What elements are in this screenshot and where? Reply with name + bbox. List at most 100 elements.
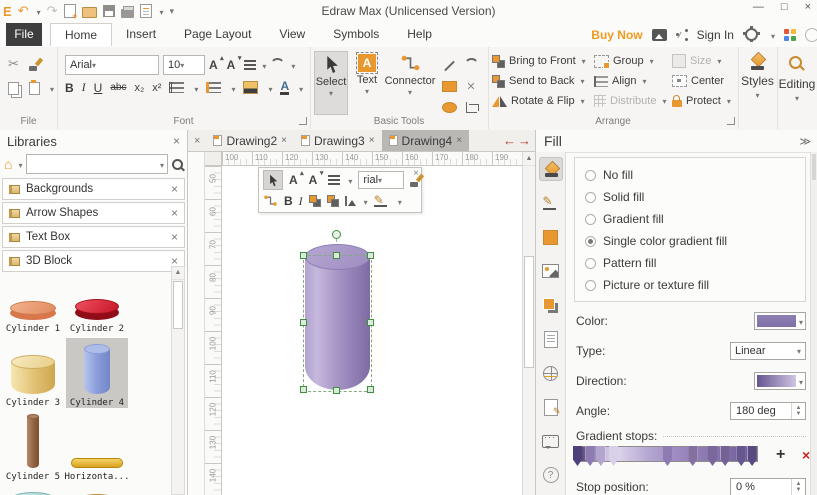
editing-button[interactable]: Editing ▾ [777, 53, 817, 103]
page-setup-tab[interactable] [539, 327, 563, 351]
gradient-stops-bar[interactable] [576, 446, 758, 462]
tab-close-icon[interactable]: × [369, 135, 375, 146]
canvas-scroll-up-icon[interactable]: ▲ [523, 152, 535, 166]
gradient-stop-handle[interactable] [609, 446, 618, 466]
select-tool-button[interactable]: Select ▾ [314, 51, 348, 115]
sign-in-button[interactable]: Sign In [697, 28, 734, 42]
gradient-stop-handle[interactable] [748, 446, 757, 466]
font-dialog-launcher-icon[interactable] [299, 117, 307, 125]
menu-help[interactable]: Help [393, 23, 446, 46]
shape-cylinder-3[interactable]: Cylinder 3 [2, 338, 64, 408]
gradient-stop-handle[interactable] [721, 446, 730, 466]
bold-button[interactable]: B [65, 81, 74, 95]
canvas-scroll-thumb[interactable] [524, 256, 534, 368]
customize-toolbar-icon[interactable]: ▾ [170, 6, 175, 17]
bullet-list-icon[interactable] [206, 82, 221, 93]
line-spacing-dropdown-icon[interactable] [192, 81, 198, 95]
arrange-dialog-launcher-icon[interactable] [727, 117, 735, 125]
text-highlight-dropdown-icon[interactable] [266, 81, 272, 95]
rectangle-tool-icon[interactable] [442, 81, 457, 92]
shape-cylinder-2[interactable]: Cylinder 2 [66, 272, 128, 334]
gallery-scroll-thumb[interactable] [173, 281, 183, 329]
mini-spacing-dropdown-icon[interactable] [362, 194, 368, 208]
radio-single-color-gradient-fill[interactable]: Single color gradient fill [585, 230, 805, 252]
hyperlink-tab[interactable] [539, 361, 563, 385]
text-arc-dropdown-icon[interactable] [289, 58, 295, 72]
decrease-font-button[interactable]: A [227, 58, 241, 72]
mini-align-dropdown-icon[interactable] [346, 173, 352, 187]
underline-button[interactable]: U [94, 81, 103, 95]
resize-handle-bottom-center[interactable] [333, 387, 340, 394]
fill-tab[interactable] [539, 157, 563, 181]
gradient-stop-handle[interactable] [663, 446, 672, 466]
superscript-button[interactable]: x² [152, 82, 161, 94]
minimize-button[interactable]: — [753, 1, 764, 13]
shape-partial-1[interactable] [2, 488, 64, 495]
rotate-flip-button[interactable]: Rotate & Flip [492, 95, 594, 107]
panel-scrollbar[interactable] [810, 152, 817, 495]
redo-icon[interactable]: ↷ [47, 4, 58, 18]
format-painter-icon[interactable] [29, 58, 42, 71]
export-icon[interactable] [140, 4, 152, 18]
mini-spacing-icon[interactable] [345, 196, 356, 206]
library-item-backgrounds[interactable]: Backgrounds × [2, 178, 185, 200]
erase-tool-icon[interactable]: ✕ [460, 76, 482, 97]
font-size-combo[interactable]: 10 [163, 55, 205, 75]
arc-tool-icon[interactable] [464, 58, 479, 73]
gradient-stop-handle[interactable] [573, 446, 582, 466]
share-icon[interactable] [676, 29, 688, 41]
line-spacing-icon[interactable] [169, 82, 184, 93]
protect-button[interactable]: Protect [672, 95, 738, 107]
ellipse-tool-icon[interactable] [442, 102, 457, 113]
save-icon[interactable] [103, 5, 115, 17]
shape-horizontal-cylinder[interactable]: Horizonta... [66, 412, 128, 482]
mini-pen-icon[interactable]: ✎ [374, 195, 390, 207]
print-icon[interactable] [121, 9, 134, 18]
increase-font-button[interactable]: A [209, 58, 223, 72]
drawing-canvas[interactable]: × A A rial B I ✎ [222, 166, 522, 495]
gallery-scrollbar[interactable]: ▲ [171, 266, 185, 495]
hidden-tab-close-icon[interactable]: × [188, 135, 206, 147]
mini-align-icon[interactable] [328, 175, 340, 185]
library-item-close-icon[interactable]: × [171, 183, 178, 195]
mini-pen-dropdown-icon[interactable] [396, 194, 402, 208]
search-icon[interactable] [172, 159, 183, 170]
resize-handle-bottom-right[interactable] [367, 386, 374, 393]
shape-partial-2[interactable] [66, 488, 128, 495]
tab-close-icon[interactable]: × [456, 135, 462, 146]
mini-format-painter-icon[interactable] [410, 174, 423, 187]
radio-no-fill[interactable]: No fill [585, 164, 805, 186]
mini-bring-to-front-icon[interactable] [309, 195, 321, 207]
menu-symbols[interactable]: Symbols [319, 23, 393, 46]
mini-font-combo[interactable]: rial [358, 171, 404, 189]
mini-increase-font-button[interactable]: A [289, 173, 303, 187]
angle-spinner[interactable]: 180 deg▲▼ [730, 402, 806, 420]
rotation-handle[interactable] [332, 230, 341, 239]
canvas-vertical-scrollbar[interactable]: ▲ [522, 152, 535, 495]
resize-handle-middle-right[interactable] [367, 319, 374, 326]
send-to-back-button[interactable]: Send to Back [492, 75, 594, 88]
gradient-stop-handle[interactable] [737, 446, 746, 466]
tab-drawing3[interactable]: Drawing3 × [294, 130, 382, 151]
mini-connector-icon[interactable] [263, 194, 278, 208]
cut-icon[interactable]: ✂ [8, 56, 19, 72]
direction-swatch-picker[interactable] [754, 372, 806, 390]
text-arc-icon[interactable] [270, 58, 285, 73]
connector-tool-button[interactable]: Connector ▾ [384, 51, 436, 115]
menu-page-layout[interactable]: Page Layout [170, 23, 265, 46]
radio-picture-texture-fill[interactable]: Picture or texture fill [585, 274, 805, 296]
menu-home[interactable]: Home [50, 23, 112, 46]
mini-decrease-font-button[interactable]: A [309, 173, 323, 187]
settings-dropdown-icon[interactable] [769, 28, 775, 42]
bullet-list-dropdown-icon[interactable] [229, 81, 235, 95]
picture-tab[interactable] [539, 259, 563, 283]
mini-send-to-back-icon[interactable] [327, 195, 339, 207]
bring-to-front-button[interactable]: Bring to Front [492, 55, 594, 68]
center-button[interactable]: Center [672, 75, 738, 87]
stop-position-spin-buttons[interactable]: ▲▼ [791, 479, 805, 495]
panel-collapse-icon[interactable]: ≫ [799, 135, 811, 148]
menu-view[interactable]: View [265, 23, 319, 46]
menu-insert[interactable]: Insert [112, 23, 170, 46]
search-history-dropdown-icon[interactable] [158, 157, 164, 171]
export-image-icon[interactable] [652, 29, 667, 41]
